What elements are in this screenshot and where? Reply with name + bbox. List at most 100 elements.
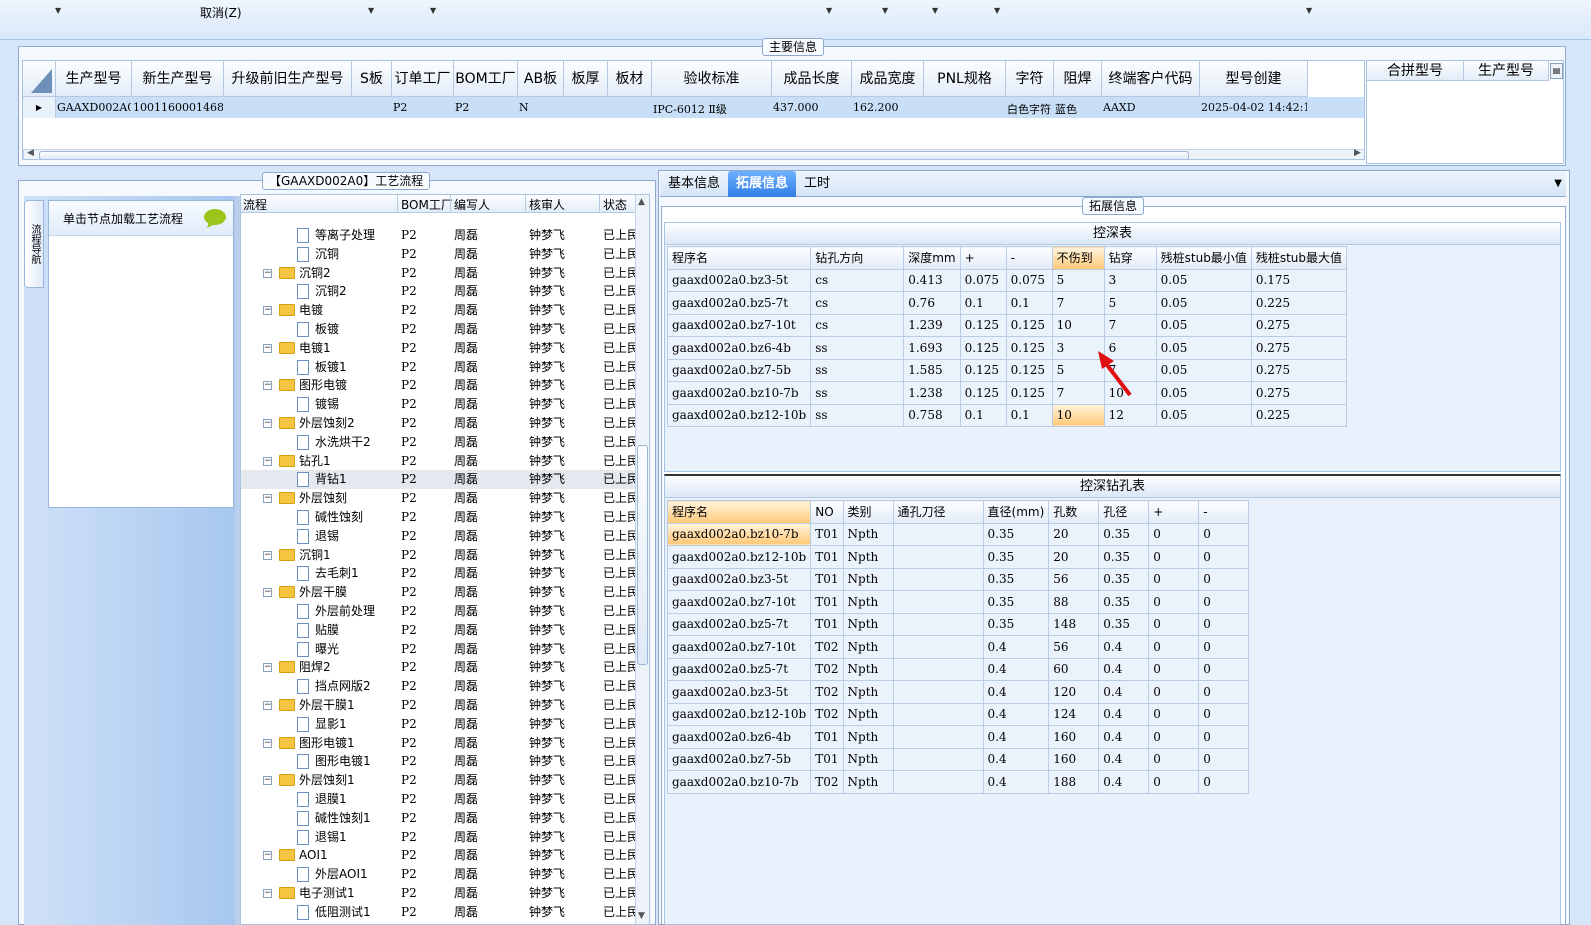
table-cell[interactable]: 0.35 <box>1098 567 1150 591</box>
scroll-down-icon[interactable]: ▼ <box>638 911 645 921</box>
table-cell[interactable]: 0.4 <box>982 657 1050 681</box>
collapse-toggle-icon[interactable]: − <box>263 419 272 428</box>
table-cell[interactable]: 0 <box>1148 522 1200 546</box>
vertical-scrollbar[interactable]: ▲ ▼ <box>635 195 649 924</box>
table-cell[interactable]: 3 <box>1103 268 1157 292</box>
table-row[interactable]: gaaxd002a0.bz10-7b T02 Npth 0.4 188 0.4 0 0 <box>666 770 1250 794</box>
table-cell[interactable]: 0.4 <box>1098 747 1150 771</box>
column-header[interactable]: 成品长度 <box>772 61 852 97</box>
table-cell[interactable]: 1.239 <box>903 313 961 337</box>
column-header[interactable]: 字符 <box>1006 61 1054 97</box>
table-row[interactable]: gaaxd002a0.bz12-10b T01 Npth 0.35 20 0.35 0 0 <box>666 545 1250 569</box>
table-cell[interactable]: 0.35 <box>982 522 1050 546</box>
process-row[interactable]: 曝光 P2 周磊 钟梦飞 已上民 <box>241 640 636 659</box>
chat-bubble-icon[interactable] <box>203 208 227 228</box>
column-chooser-icon[interactable]: ▤ <box>1550 63 1563 79</box>
dropdown-arrow-icon[interactable]: ▼ <box>430 6 436 15</box>
process-row[interactable]: 镀锡 P2 周磊 钟梦飞 已上民 <box>241 395 636 414</box>
table-cell[interactable]: 0.4 <box>1098 635 1150 659</box>
grid-corner[interactable] <box>23 61 56 97</box>
table-column-header[interactable]: + <box>959 246 1007 270</box>
table-cell[interactable]: Npth <box>842 522 894 546</box>
table-cell[interactable]: 0.275 <box>1250 336 1348 360</box>
table-cell[interactable]: ss <box>810 358 905 382</box>
table-cell[interactable]: cs <box>810 291 905 315</box>
cell[interactable]: P2 <box>455 101 517 114</box>
table-cell[interactable]: T01 <box>810 725 844 749</box>
table-cell[interactable]: T02 <box>810 635 844 659</box>
dropdown-arrow-icon[interactable]: ▼ <box>994 6 1000 15</box>
collapse-toggle-icon[interactable]: − <box>263 663 272 673</box>
table-cell[interactable]: 0.1 <box>959 291 1007 315</box>
table-cell[interactable] <box>892 567 984 591</box>
table-row[interactable]: gaaxd002a0.bz3-5t cs 0.413 0.075 0.075 5 3 0.05… <box>666 268 1348 292</box>
process-row[interactable]: − 外层干膜1 P2 周磊 钟梦飞 已上民 <box>241 696 636 715</box>
table-cell[interactable]: 0.35 <box>1098 612 1150 636</box>
table-cell[interactable]: 0.125 <box>959 358 1007 382</box>
process-row[interactable]: − 沉铜2 P2 周磊 钟梦飞 已上民 <box>241 264 636 283</box>
table-column-header[interactable]: + <box>1148 500 1200 524</box>
process-row[interactable]: 退锡 P2 周磊 钟梦飞 已上民 <box>241 527 636 546</box>
table-cell[interactable]: T01 <box>810 612 844 636</box>
process-row[interactable]: 板镀 P2 周磊 钟梦飞 已上民 <box>241 320 636 339</box>
process-row[interactable]: 贴膜 P2 周磊 钟梦飞 已上民 <box>241 621 636 640</box>
table-cell[interactable]: 0.758 <box>903 403 961 427</box>
table-cell[interactable]: 0.4 <box>982 770 1050 794</box>
table-cell[interactable]: 0 <box>1148 702 1200 726</box>
table-row[interactable]: gaaxd002a0.bz12-10b T02 Npth 0.4 124 0.4 0 0 <box>666 702 1250 726</box>
table-cell[interactable]: Npth <box>842 770 894 794</box>
table-cell[interactable]: 10 <box>1051 313 1105 337</box>
table-cell[interactable]: 0.275 <box>1250 358 1348 382</box>
table-cell[interactable]: 5 <box>1103 291 1157 315</box>
column-header[interactable]: 生产型号 <box>56 61 132 97</box>
table-cell[interactable]: 0 <box>1198 702 1250 726</box>
table-cell[interactable]: gaaxd002a0.bz5-7t <box>666 657 812 681</box>
table-cell[interactable]: 0.125 <box>1005 358 1053 382</box>
table-cell[interactable]: 20 <box>1048 522 1100 546</box>
table-cell[interactable]: 0.05 <box>1155 268 1252 292</box>
table-row[interactable]: gaaxd002a0.bz7-5b T01 Npth 0.4 160 0.4 0 0 <box>666 747 1250 771</box>
column-header[interactable]: S板 <box>352 61 392 97</box>
column-header[interactable]: 阻焊 <box>1054 61 1102 97</box>
table-cell[interactable]: 0.4 <box>1098 725 1150 749</box>
table-row[interactable]: gaaxd002a0.bz6-4b T01 Npth 0.4 160 0.4 0 0 <box>666 725 1250 749</box>
table-cell[interactable]: 7 <box>1103 313 1157 337</box>
table-cell[interactable]: 0 <box>1148 725 1200 749</box>
process-row[interactable]: − 外层蚀刻 P2 周磊 钟梦飞 已上民 <box>241 489 636 508</box>
table-cell[interactable]: 0.35 <box>982 545 1050 569</box>
table-cell[interactable]: 1.238 <box>903 381 961 405</box>
table-cell[interactable]: 0.05 <box>1155 403 1252 427</box>
table-cell[interactable]: 20 <box>1048 545 1100 569</box>
table-column-header[interactable]: 孔数 <box>1048 500 1100 524</box>
cell[interactable]: 10011600014680 <box>133 101 223 114</box>
process-row[interactable]: 等离子处理 P2 周磊 钟梦飞 已上民 <box>241 226 636 245</box>
process-column-header[interactable]: 核审人 <box>529 196 565 213</box>
collapse-toggle-icon[interactable]: − <box>263 550 272 560</box>
process-column-header[interactable]: 编写人 <box>454 196 490 213</box>
table-cell[interactable]: 88 <box>1048 590 1100 614</box>
column-header[interactable]: PNL规格 <box>924 61 1006 97</box>
collapse-toggle-icon[interactable]: − <box>263 306 272 316</box>
table-cell[interactable]: 12 <box>1103 403 1157 427</box>
table-cell[interactable]: gaaxd002a0.bz10-7b <box>666 770 812 794</box>
table-cell[interactable]: Npth <box>842 545 894 569</box>
table-cell[interactable]: 0.35 <box>982 590 1050 614</box>
table-cell[interactable]: 0 <box>1198 545 1250 569</box>
tab-work-hours[interactable]: 工时 <box>796 171 838 197</box>
column-divider[interactable] <box>397 195 398 213</box>
table-cell[interactable]: T01 <box>810 747 844 771</box>
table-row[interactable]: gaaxd002a0.bz3-5t T02 Npth 0.4 120 0.4 0 0 <box>666 680 1250 704</box>
cell[interactable]: N <box>519 101 563 114</box>
table-cell[interactable]: 0 <box>1148 567 1200 591</box>
table-cell[interactable]: 0.125 <box>1005 313 1053 337</box>
table-cell[interactable]: gaaxd002a0.bz3-5t <box>666 680 812 704</box>
column-header[interactable]: 板材 <box>608 61 652 97</box>
nav-side-tab[interactable]: 流程导航 <box>24 200 44 288</box>
cell[interactable]: 437.000 <box>773 101 851 114</box>
table-cell[interactable]: 0.125 <box>1005 381 1053 405</box>
cell[interactable]: AAXD <box>1103 101 1199 114</box>
collapse-toggle-icon[interactable]: − <box>263 889 272 898</box>
column-header[interactable]: 板厚 <box>564 61 608 97</box>
table-cell[interactable]: 0.35 <box>982 567 1050 591</box>
table-row[interactable]: gaaxd002a0.bz3-5t T01 Npth 0.35 56 0.35 0 0 <box>666 567 1250 591</box>
